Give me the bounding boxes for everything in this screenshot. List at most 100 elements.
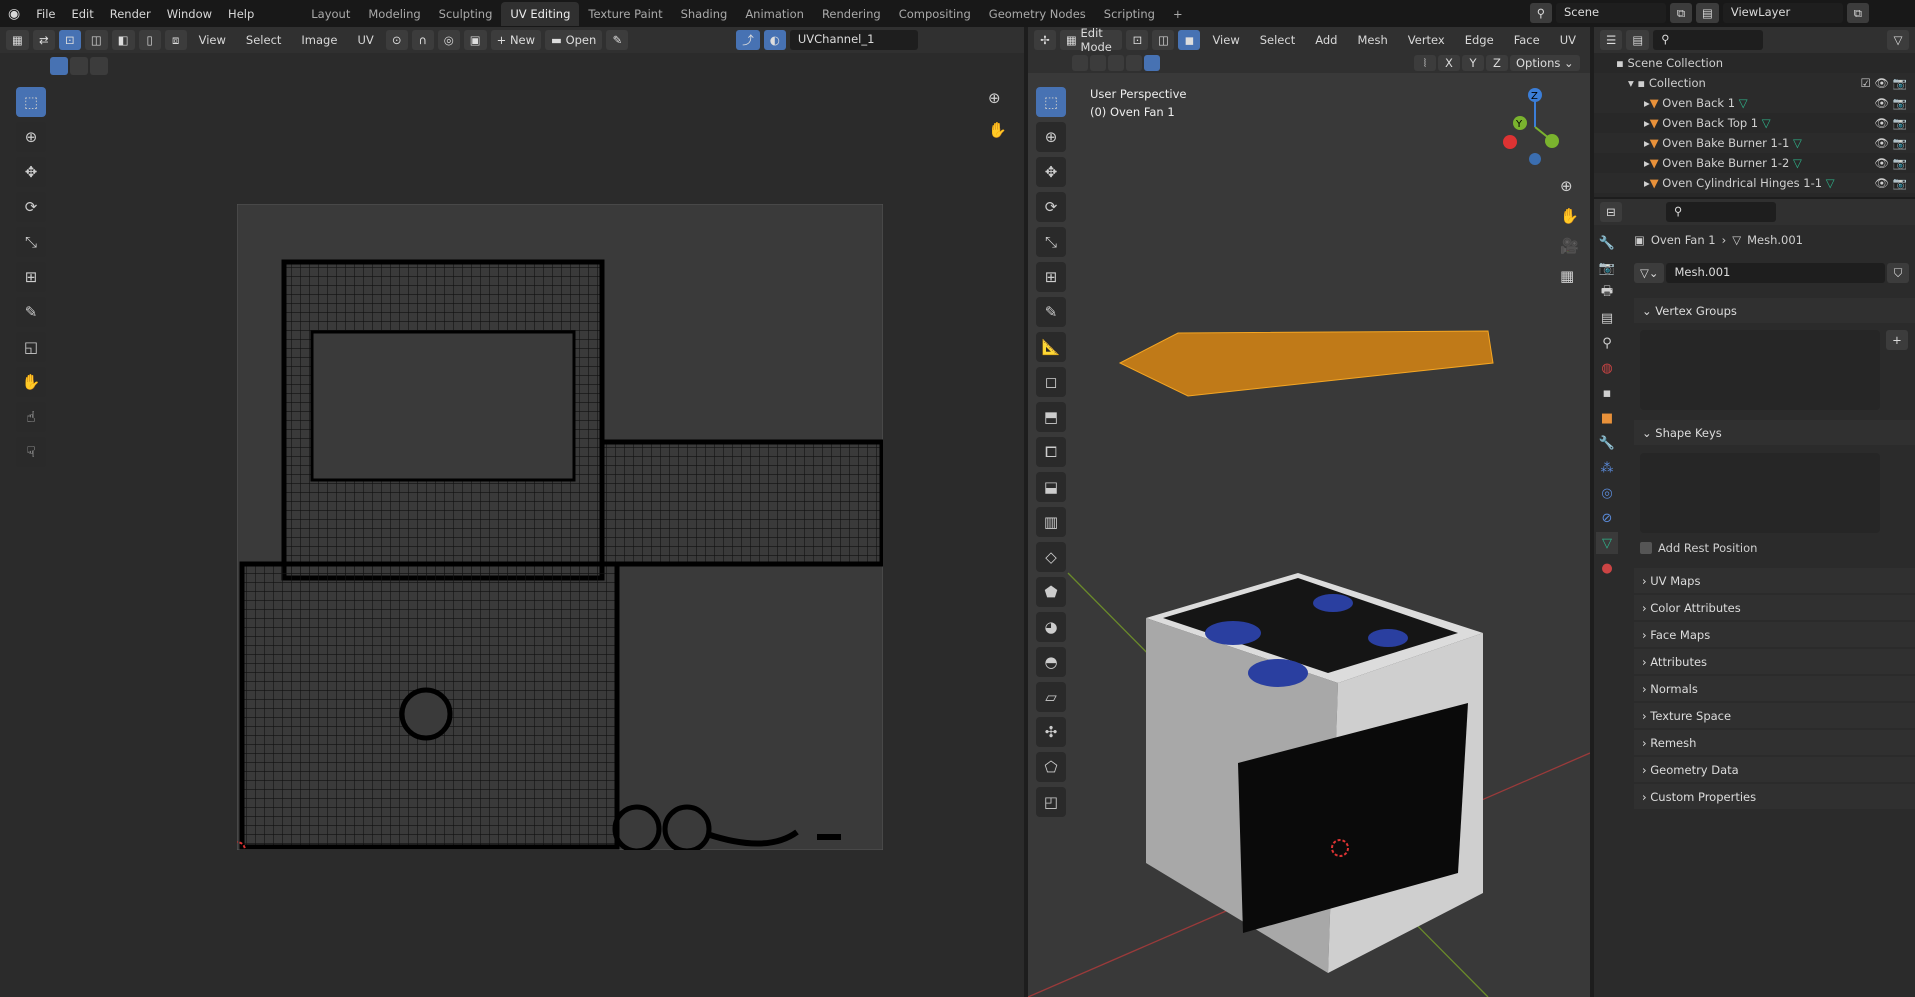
vp-select-tool-icon[interactable]: ⬚ (1036, 87, 1066, 117)
particles-tab-icon[interactable]: ⁂ (1596, 457, 1618, 479)
visibility-icon[interactable]: 👁 📷 (1874, 156, 1915, 170)
tab-texture-paint[interactable]: Texture Paint (579, 2, 671, 26)
vp-select-extend-icon[interactable] (1090, 55, 1106, 71)
face-select-icon[interactable]: ◧ (111, 30, 135, 50)
mirror-icon[interactable]: ⦚ (1414, 55, 1436, 71)
uv-menu-view[interactable]: View (191, 33, 234, 47)
inset-tool-icon[interactable]: ⧠ (1036, 437, 1066, 467)
vp-transform-tool-icon[interactable]: ⊞ (1036, 262, 1066, 292)
island-select-icon[interactable]: ▯ (138, 30, 161, 50)
vp-menu-edge[interactable]: Edge (1457, 33, 1502, 47)
tab-rendering[interactable]: Rendering (813, 2, 890, 26)
extrude-tool-icon[interactable]: ⬒ (1036, 402, 1066, 432)
render-tab-icon[interactable]: 📷 (1596, 257, 1618, 279)
rip-region-tool-icon[interactable]: ◰ (1036, 787, 1066, 817)
section-attributes[interactable]: › Attributes (1634, 649, 1915, 675)
outliner-type-button[interactable]: ☰ (1600, 30, 1623, 50)
poly-build-tool-icon[interactable]: ⬟ (1036, 577, 1066, 607)
visibility-icon[interactable]: 👁 📷 (1874, 116, 1915, 130)
zoom-icon[interactable]: ⊕ (988, 89, 1001, 107)
pin-icon[interactable]: ✎ (606, 30, 629, 50)
outliner-item[interactable]: ▸ ▼ Oven Back Top 1 ▽ 👁 📷 (1594, 113, 1915, 133)
menu-help[interactable]: Help (220, 7, 262, 21)
open-image-button[interactable]: ▬ Open (545, 30, 603, 50)
vp-menu-vertex[interactable]: Vertex (1400, 33, 1453, 47)
navigation-gizmo[interactable]: Z Y (1500, 87, 1570, 167)
outliner-item[interactable]: ▸ ▼ Oven Back 1 ▽ 👁 📷 (1594, 93, 1915, 113)
tab-animation[interactable]: Animation (736, 2, 813, 26)
pinch-tool-icon[interactable]: ☟ (16, 437, 46, 467)
outliner-search-input[interactable]: ⚲ (1653, 30, 1764, 50)
vertex-mode-icon[interactable]: ⊡ (1126, 30, 1149, 50)
outliner-item[interactable]: ▸ ▼ Oven Bake Burner 1-2 ▽ 👁 📷 (1594, 153, 1915, 173)
rotate-tool-icon[interactable]: ⟳ (16, 192, 46, 222)
scene-tab-icon[interactable]: ⚲ (1596, 332, 1618, 354)
sync-selection-icon[interactable]: ⇄ (32, 30, 55, 50)
transform-tool-icon[interactable]: ⊞ (16, 262, 46, 292)
vp-rotate-tool-icon[interactable]: ⟳ (1036, 192, 1066, 222)
section-geometry-data[interactable]: › Geometry Data (1634, 757, 1915, 783)
mirror-y-button[interactable]: Y (1462, 55, 1484, 71)
tab-scripting[interactable]: Scripting (1095, 2, 1164, 26)
tab-geometry-nodes[interactable]: Geometry Nodes (980, 2, 1095, 26)
mesh-name-field[interactable]: Mesh.001 (1666, 263, 1885, 283)
mesh-browse-button[interactable]: ▽⌄ (1634, 263, 1665, 283)
options-dropdown[interactable]: Options ⌄ (1510, 55, 1580, 71)
section-color-attributes[interactable]: › Color Attributes (1634, 595, 1915, 621)
vp-select-invert-icon[interactable] (1126, 55, 1142, 71)
collection-tab-icon[interactable]: ▪ (1596, 382, 1618, 404)
move-tool-icon[interactable]: ✥ (16, 157, 46, 187)
scale-tool-icon[interactable]: ⤡ (16, 227, 46, 257)
knife-tool-icon[interactable]: ◇ (1036, 542, 1066, 572)
uv-overlay-icon[interactable]: ⤴ (736, 30, 760, 50)
scene-icon[interactable]: ⚲ (1530, 3, 1552, 23)
tool-tab-icon[interactable]: 🔧 (1596, 232, 1618, 254)
properties-search-input[interactable]: ⚲ (1666, 202, 1776, 222)
select-mode-new-icon[interactable] (50, 57, 68, 75)
outliner-collection[interactable]: ▾ ▪ Collection ☑ 👁 📷 (1594, 73, 1915, 93)
vp-menu-mesh[interactable]: Mesh (1349, 33, 1395, 47)
vp-menu-view[interactable]: View (1204, 33, 1247, 47)
smooth-tool-icon[interactable]: ◓ (1036, 647, 1066, 677)
cursor-tool-icon[interactable]: ⊕ (16, 122, 46, 152)
vp-menu-add[interactable]: Add (1307, 33, 1345, 47)
section-remesh[interactable]: › Remesh (1634, 730, 1915, 756)
outliner-scene-collection[interactable]: ▪ Scene Collection (1594, 53, 1915, 73)
camera-view-icon[interactable]: 🎥 (1560, 237, 1579, 255)
section-texture-space[interactable]: › Texture Space (1634, 703, 1915, 729)
section-normals[interactable]: › Normals (1634, 676, 1915, 702)
vertex-groups-list[interactable] (1640, 330, 1880, 410)
face-mode-icon[interactable]: ◼ (1178, 30, 1201, 50)
vp-scale-tool-icon[interactable]: ⤡ (1036, 227, 1066, 257)
add-workspace-button[interactable]: + (1164, 2, 1192, 26)
visibility-icon[interactable]: 👁 📷 (1874, 136, 1915, 150)
vp-menu-select[interactable]: Select (1252, 33, 1303, 47)
object-tab-icon[interactable]: ■ (1596, 407, 1618, 429)
properties-type-button[interactable]: ⊟ (1600, 202, 1622, 222)
add-vertex-group-button[interactable]: + (1886, 330, 1908, 350)
annotate-tool-icon[interactable]: ✎ (16, 297, 46, 327)
section-uv-maps[interactable]: › UV Maps (1634, 568, 1915, 594)
mode-dropdown[interactable]: ▦ Edit Mode (1060, 26, 1123, 54)
uv-menu-select[interactable]: Select (238, 33, 289, 47)
add-cube-tool-icon[interactable]: ◻ (1036, 367, 1066, 397)
snap-icon[interactable]: ∩ (411, 30, 434, 50)
outliner-item[interactable]: ▸ ▼ Oven Cylindrical Hinges 1-1 ▽ 👁 📷 (1594, 173, 1915, 193)
vertex-groups-header[interactable]: ⌄ Vertex Groups (1634, 298, 1915, 324)
ortho-toggle-icon[interactable]: ▦ (1560, 267, 1574, 285)
section-face-maps[interactable]: › Face Maps (1634, 622, 1915, 648)
selected-mesh-oven-fan[interactable] (1118, 330, 1494, 397)
filter-icon[interactable]: ▽ (1887, 30, 1909, 50)
constraints-tab-icon[interactable]: ⊘ (1596, 507, 1618, 529)
tab-modeling[interactable]: Modeling (359, 2, 429, 26)
viewlayer-icon[interactable]: ▤ (1696, 3, 1719, 23)
vp-measure-tool-icon[interactable]: 📐 (1036, 332, 1066, 362)
select-box-tool-icon[interactable]: ⬚ (16, 87, 46, 117)
menu-file[interactable]: File (28, 7, 63, 21)
3d-viewport[interactable]: ✢ ▦ Edit Mode ⊡ ◫ ◼ View Select Add Mesh… (1028, 26, 1590, 997)
vp-menu-uv[interactable]: UV (1552, 33, 1584, 47)
vp-annotate-tool-icon[interactable]: ✎ (1036, 297, 1066, 327)
modifier-tab-icon[interactable]: 🔧 (1596, 432, 1618, 454)
data-tab-icon[interactable]: ▽ (1596, 532, 1618, 554)
vp-select-subtract-icon[interactable] (1108, 55, 1124, 71)
